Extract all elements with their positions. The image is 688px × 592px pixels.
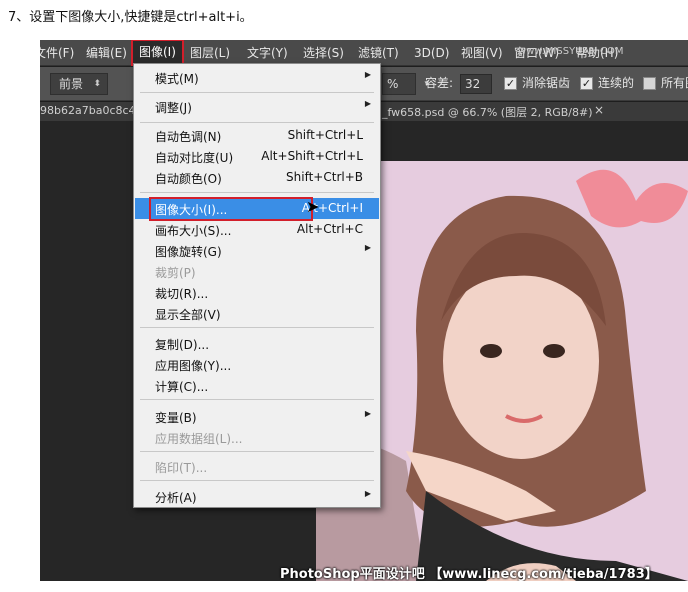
- tab-document-1[interactable]: 98b62a7ba0c8c4: [40, 104, 136, 117]
- site-watermark: www.MISSYUAN.COM: [518, 46, 624, 57]
- fill-source-dropdown[interactable]: 前景 ⬍: [50, 73, 108, 95]
- submenu-arrow-icon: ▶: [364, 70, 371, 79]
- trap-label: 陷印(T)...: [155, 461, 208, 475]
- menu-item-auto-color[interactable]: 自动颜色(O) Shift+Ctrl+B: [135, 167, 379, 188]
- image-dropdown-menu: 模式(M) ▶ 调整(J) ▶ 自动色调(N) Shift+Ctrl+L 自动对…: [133, 63, 381, 508]
- tab-document-2[interactable]: _fw658.psd @ 66.7% (图层 2, RGB/8#): [382, 104, 593, 120]
- submenu-arrow-icon: ▶: [364, 409, 371, 418]
- instruction-text: 7、设置下图像大小,快捷键是ctrl+alt+i。: [8, 10, 253, 25]
- menu-item-auto-tone[interactable]: 自动色调(N) Shift+Ctrl+L: [135, 125, 379, 146]
- menu-item-duplicate[interactable]: 复制(D)...: [135, 333, 379, 354]
- auto-color-label: 自动颜色(O): [155, 172, 222, 186]
- image-rotation-label: 图像旋转(G): [155, 245, 222, 259]
- menu-item-apply-data-set: 应用数据组(L)...: [135, 427, 379, 448]
- menu-item-adjustments[interactable]: 调整(J) ▶: [135, 96, 379, 117]
- menu-separator: [140, 451, 374, 452]
- menu-item-reveal-all[interactable]: 显示全部(V): [135, 303, 379, 324]
- auto-contrast-label: 自动对比度(U): [155, 151, 234, 165]
- submenu-arrow-icon: ▶: [364, 99, 371, 108]
- all-layers-label: 所有图: [661, 76, 688, 90]
- menu-item-trim[interactable]: 裁切(R)...: [135, 282, 379, 303]
- auto-color-shortcut: Shift+Ctrl+B: [286, 170, 363, 184]
- opacity-dropdown[interactable]: % ▾: [382, 73, 429, 95]
- menu-item-trap: 陷印(T)...: [135, 456, 379, 477]
- watermark: PhotoShop平面设计吧 【www.linecg.com/tieba/178…: [280, 567, 658, 581]
- updown-arrow-icon: ⬍: [93, 79, 101, 89]
- close-tab-icon[interactable]: ×: [594, 103, 604, 117]
- submenu-arrow-icon: ▶: [364, 243, 371, 252]
- menu-item-crop: 裁剪(P): [135, 261, 379, 282]
- tolerance-label: 容差:: [425, 76, 454, 90]
- auto-tone-label: 自动色调(N): [155, 130, 222, 144]
- menu-view[interactable]: 视图(V): [461, 40, 503, 66]
- trim-label: 裁切(R)...: [155, 287, 209, 301]
- menu-item-calculations[interactable]: 计算(C)...: [135, 375, 379, 396]
- annotation-highlight-box: [149, 197, 313, 221]
- menu-separator: [140, 122, 374, 123]
- menu-separator: [140, 92, 374, 93]
- auto-tone-shortcut: Shift+Ctrl+L: [287, 128, 363, 142]
- crop-label: 裁剪(P): [155, 266, 196, 280]
- analysis-label: 分析(A): [155, 491, 197, 505]
- contiguous-checkbox[interactable]: ✓: [580, 77, 593, 90]
- contiguous-label: 连续的: [598, 76, 635, 90]
- submenu-arrow-icon: ▶: [364, 489, 371, 498]
- menu-item-mode[interactable]: 模式(M) ▶: [135, 67, 379, 88]
- menu-separator: [140, 480, 374, 481]
- menu-item-analysis[interactable]: 分析(A) ▶: [135, 486, 379, 507]
- canvas-size-label: 画布大小(S)...: [155, 224, 232, 238]
- mouse-pointer-icon: ➤: [306, 197, 320, 216]
- menu-separator: [140, 399, 374, 400]
- menu-item-variables[interactable]: 变量(B) ▶: [135, 406, 379, 427]
- fill-source-value: 前景: [59, 77, 84, 91]
- variables-label: 变量(B): [155, 411, 197, 425]
- menu-edit[interactable]: 编辑(E): [86, 40, 127, 66]
- antialias-checkbox[interactable]: ✓: [504, 77, 517, 90]
- apply-data-set-label: 应用数据组(L)...: [155, 432, 243, 446]
- mode-label: 模式(M): [155, 72, 199, 86]
- menu-item-image-rotation[interactable]: 图像旋转(G) ▶: [135, 240, 379, 261]
- auto-contrast-shortcut: Alt+Shift+Ctrl+L: [261, 149, 363, 163]
- percent-label: %: [387, 77, 399, 91]
- calculations-label: 计算(C)...: [155, 380, 209, 394]
- menu-file[interactable]: 文件(F): [40, 40, 74, 66]
- menu-separator: [140, 192, 374, 193]
- menu-item-auto-contrast[interactable]: 自动对比度(U) Alt+Shift+Ctrl+L: [135, 146, 379, 167]
- duplicate-label: 复制(D)...: [155, 338, 210, 352]
- menu-3d[interactable]: 3D(D): [414, 40, 449, 66]
- menu-separator: [140, 327, 374, 328]
- canvas-size-shortcut: Alt+Ctrl+C: [296, 222, 363, 236]
- tolerance-input[interactable]: 32: [460, 74, 492, 94]
- menu-item-canvas-size[interactable]: 画布大小(S)... Alt+Ctrl+C: [135, 219, 379, 240]
- apply-image-label: 应用图像(Y)...: [155, 359, 232, 373]
- all-layers-checkbox[interactable]: [643, 77, 656, 90]
- adjustments-label: 调整(J): [155, 101, 192, 115]
- reveal-all-label: 显示全部(V): [155, 308, 221, 322]
- menu-item-apply-image[interactable]: 应用图像(Y)...: [135, 354, 379, 375]
- antialias-label: 消除锯齿: [522, 76, 571, 90]
